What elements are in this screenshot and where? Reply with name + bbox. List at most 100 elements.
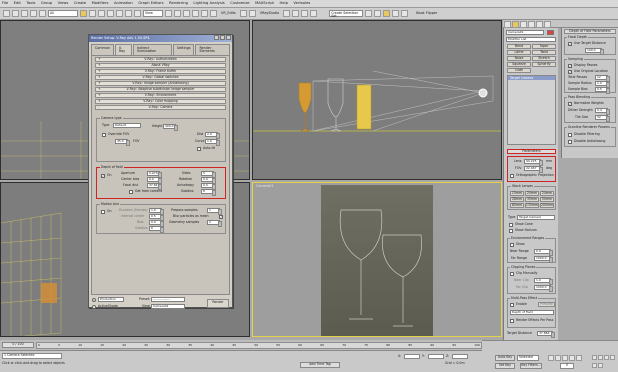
rollout-frame-buffer[interactable]: V-Ray:: Frame buffer <box>95 68 226 74</box>
lens-24mm-button[interactable]: 24mm <box>540 191 554 196</box>
menu-vertsoles[interactable]: Vertsoles <box>293 1 310 6</box>
near-clip-spinner[interactable]: 1.0 <box>534 278 553 285</box>
view-dropdown[interactable]: Camera01 <box>151 303 185 309</box>
render-button[interactable]: Render <box>207 298 229 308</box>
use-target-checkbox[interactable]: ✓ <box>568 42 572 46</box>
multipass-effect-dropdown[interactable]: Depth of Field <box>510 310 554 315</box>
motion-tab-icon[interactable] <box>528 21 535 28</box>
menu-rendering[interactable]: Rendering <box>169 1 188 6</box>
zoom-icon[interactable] <box>592 355 597 360</box>
time-slider[interactable]: 0 / 100 <box>2 342 34 348</box>
render-production-icon[interactable] <box>383 10 391 17</box>
preset-dropdown[interactable]: ---------------- <box>151 296 185 302</box>
lens-20mm-button[interactable]: 20mm <box>525 191 539 196</box>
render-iterative-icon[interactable] <box>392 10 400 17</box>
lens-50mm-button[interactable]: 50mm <box>540 197 554 202</box>
object-name-input[interactable]: Camera01 <box>506 30 544 35</box>
zoom-all-icon[interactable] <box>598 355 603 360</box>
aperture-spinner[interactable]: 0.973m <box>147 170 162 178</box>
camera-type-dropdown[interactable]: Target Camera <box>517 215 555 220</box>
menu-create[interactable]: Create <box>74 1 86 6</box>
viewport-camera[interactable]: Camera01 <box>252 182 502 337</box>
schematic-icon[interactable] <box>301 10 309 17</box>
lens-35mm-button[interactable]: 35mm <box>525 197 539 202</box>
next-frame-icon[interactable] <box>569 355 575 361</box>
blur-particles-checkbox[interactable]: ✓ <box>219 214 223 219</box>
lens-15mm-button[interactable]: 15mm <box>510 191 524 196</box>
link-icon[interactable] <box>21 10 28 17</box>
z-coord-field[interactable] <box>452 354 468 359</box>
dof-on-checkbox[interactable]: ✓ <box>101 173 105 178</box>
menu-customize[interactable]: Customize <box>230 1 249 6</box>
lens-135mm-button[interactable]: 135mm <box>525 203 539 208</box>
normalize-checkbox[interactable]: ✓ <box>568 102 572 106</box>
center-bias-spinner[interactable]: 0.0 <box>147 176 162 184</box>
maximize-viewport-icon[interactable] <box>598 362 603 368</box>
display-passes-checkbox[interactable]: ✓ <box>568 64 572 68</box>
book-flipper-button[interactable]: Book Flipper <box>416 11 437 15</box>
set-key-button[interactable]: Set Key <box>495 363 515 369</box>
tab-render-elements[interactable]: Render Elements <box>195 44 230 55</box>
sample-bias-spinner[interactable]: 0.5 <box>595 87 610 94</box>
rollout-camera[interactable]: V-Ray:: Camera <box>95 104 226 110</box>
fov-spinner[interactable]: 45.0 <box>115 138 130 146</box>
height-spinner[interactable]: 400.0 <box>163 123 178 131</box>
select-object-icon[interactable] <box>80 10 87 17</box>
modifier-twist-button[interactable]: Twist <box>532 50 556 55</box>
utilities-tab-icon[interactable] <box>544 21 551 28</box>
maximize-icon[interactable] <box>220 35 225 41</box>
mb-subdivs-spinner[interactable]: 6 <box>149 225 164 233</box>
menu-graph-editors[interactable]: Graph Editors <box>138 1 163 6</box>
far-range-spinner[interactable]: 1000.0 <box>534 256 553 263</box>
rollout-global-switches[interactable]: V-Ray:: Global switches <box>95 74 226 80</box>
auto-key-button[interactable]: Auto Key <box>495 355 515 361</box>
duration-spinner[interactable]: 1.0 <box>149 207 164 215</box>
pan-icon[interactable] <box>610 355 615 360</box>
tab-vray[interactable]: V-Ray <box>114 44 132 55</box>
spinner-snap-icon[interactable] <box>210 10 217 17</box>
render-setup-icon[interactable] <box>365 10 373 17</box>
y-coord-field[interactable] <box>428 354 444 359</box>
orthographic-checkbox[interactable] <box>510 174 514 178</box>
viewport-label[interactable]: Camera01 <box>256 184 274 188</box>
modifier-lathe-button[interactable]: Lathe <box>507 50 531 55</box>
rotation-spinner[interactable]: 0.0 <box>201 176 216 184</box>
sample-radius-spinner[interactable]: 1.0 <box>595 81 610 88</box>
dist-spinner[interactable]: 2.0 <box>205 131 220 139</box>
rollout-environment[interactable]: V-Ray:: Environment <box>95 92 226 98</box>
menu-help[interactable]: Help <box>280 1 288 6</box>
modifier-taper-button[interactable]: Taper <box>532 44 556 49</box>
near-range-spinner[interactable]: 0.0 <box>534 249 553 256</box>
menu-views[interactable]: Views <box>58 1 69 6</box>
modifier-squeeze-button[interactable]: Squeeze <box>507 62 531 67</box>
minimize-icon[interactable] <box>214 35 219 41</box>
reference-coord-dropdown[interactable]: View <box>143 10 163 17</box>
key-filters-button[interactable]: Key Filters... <box>520 363 542 369</box>
modifier-cloth-button[interactable]: Cloth <box>507 68 531 73</box>
menu-file[interactable]: File <box>2 1 8 6</box>
anisotropy-spinner[interactable]: 0.0 <box>201 182 216 190</box>
close-icon[interactable] <box>226 35 231 41</box>
show-horizon-checkbox[interactable] <box>509 229 513 233</box>
x-coord-field[interactable] <box>404 354 420 359</box>
subdivs-spinner[interactable]: 8 <box>201 188 216 196</box>
tab-settings[interactable]: Settings <box>172 44 195 55</box>
activeshade-icon[interactable] <box>401 10 409 17</box>
script-label[interactable]: VR_Edits <box>221 11 236 15</box>
menu-animation[interactable]: Animation <box>114 1 133 6</box>
menu-modifiers[interactable]: Modifiers <box>92 1 109 6</box>
rollout-adaptive-subdivision[interactable]: V-Ray:: Adaptive subdivision image sampl… <box>95 86 226 92</box>
production-radio[interactable]: • <box>92 297 96 302</box>
display-tab-icon[interactable] <box>536 21 543 28</box>
move-icon[interactable] <box>116 10 123 17</box>
production-dropdown[interactable]: Production <box>98 296 124 302</box>
menu-lighting-analysis[interactable]: Lighting Analysis <box>193 1 224 6</box>
material-editor-icon[interactable] <box>310 10 318 17</box>
lens-28mm-button[interactable]: 28mm <box>510 197 524 202</box>
curve-spinner[interactable]: 1.0 <box>205 138 220 146</box>
menu-maxscript[interactable]: MAXScript <box>255 1 274 6</box>
render-frame-icon[interactable] <box>374 10 382 17</box>
far-clip-spinner[interactable]: 1000.0 <box>534 285 553 292</box>
rotate-icon[interactable] <box>125 10 132 17</box>
dof-panel-title[interactable]: Depth of Field Parameters <box>564 29 616 34</box>
